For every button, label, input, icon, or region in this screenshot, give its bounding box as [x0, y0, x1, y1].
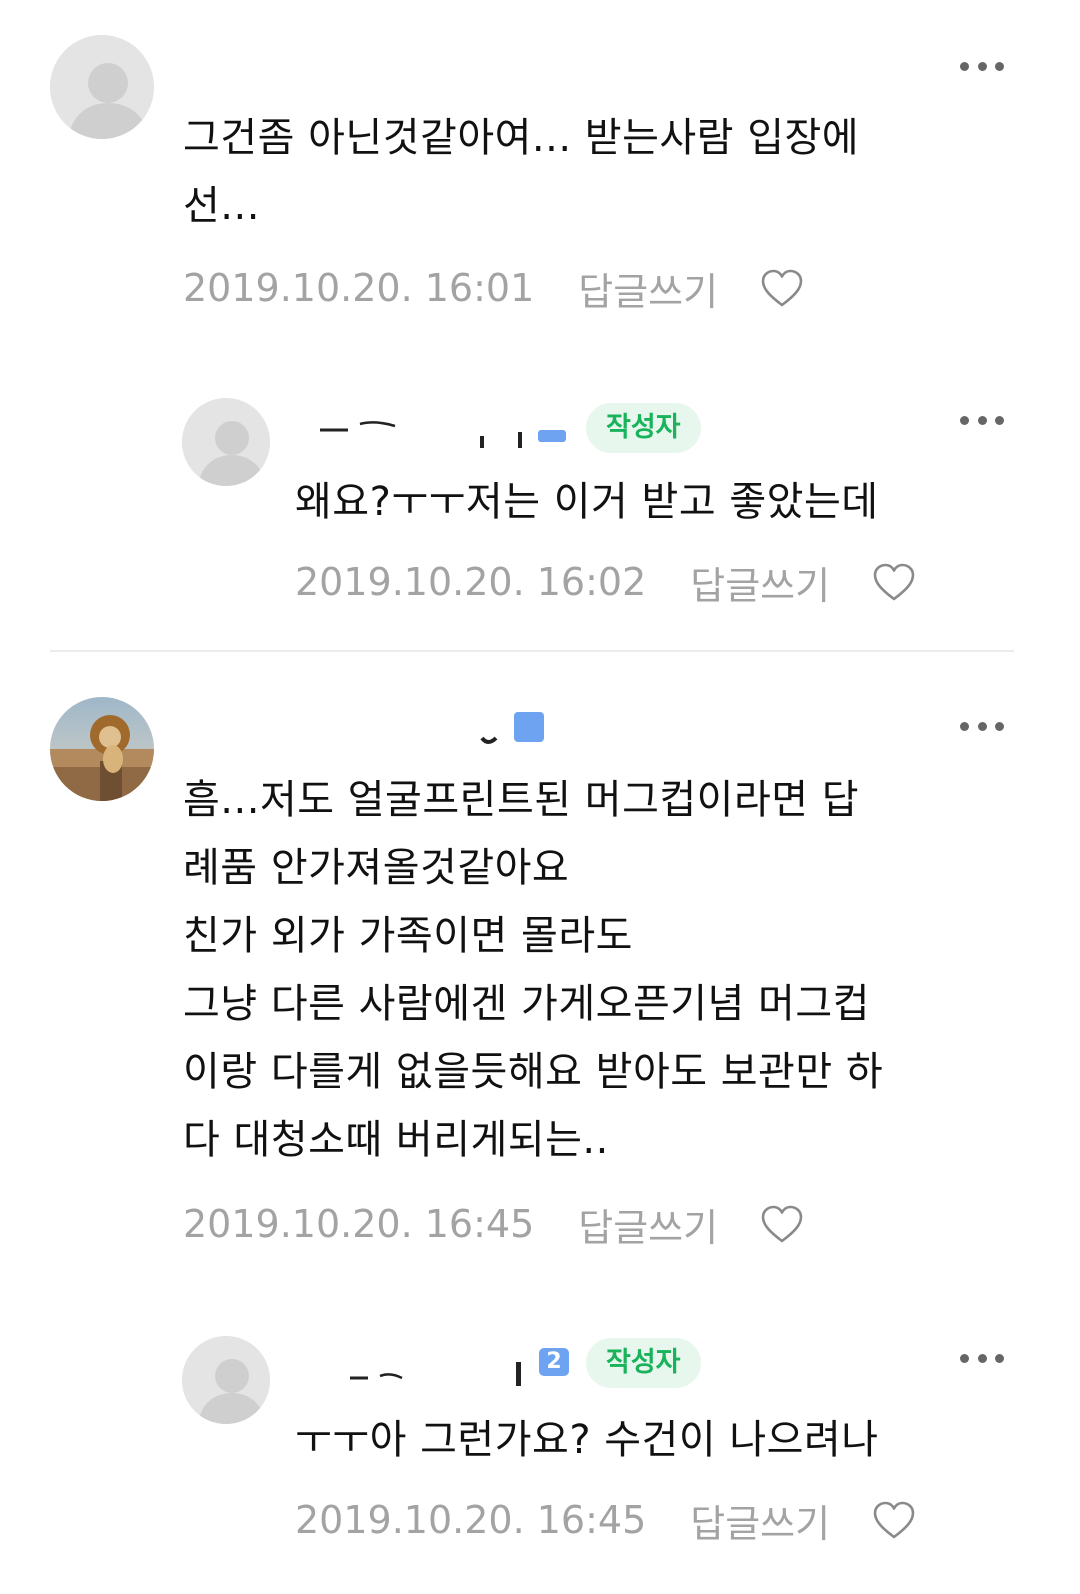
blurred-nickname: [350, 1362, 521, 1386]
comment-text: 흠...저도 얼굴프린트된 머그컵이라면 답 례품 안가져올것같아요 친가 외가…: [183, 766, 1013, 1174]
heart-icon[interactable]: [872, 562, 916, 602]
comment-text-line: 왜요?ㅜㅜ저는 이거 받고 좋았는데: [295, 479, 879, 525]
comment-divider: [50, 650, 1014, 652]
default-profile-icon[interactable]: [50, 35, 154, 139]
blurred-nickname: [480, 712, 544, 744]
comment-text-line: 그건좀 아닌것같아여... 받는사람 입장에: [183, 115, 860, 161]
comment-date: 2019.10.20. 16:01: [183, 266, 535, 310]
comment-text: 왜요?ㅜㅜ저는 이거 받고 좋았는데: [295, 468, 1015, 536]
heart-icon[interactable]: [760, 1204, 804, 1244]
author-badge: 작성자: [586, 403, 701, 453]
comment-meta: 2019.10.20. 16:02 답글쓰기: [295, 554, 916, 610]
comment-date: 2019.10.20. 16:45: [183, 1202, 535, 1246]
more-options-icon[interactable]: [960, 720, 1004, 732]
heart-icon[interactable]: [872, 1500, 916, 1540]
comment-text-line: 흠...저도 얼굴프린트된 머그컵이라면 답: [183, 777, 860, 823]
reply-button[interactable]: 답글쓰기: [578, 1197, 718, 1252]
more-options-icon[interactable]: [960, 1352, 1004, 1364]
comment-text: ㅜㅜ아 그런가요? 수건이 나으려나: [295, 1406, 1015, 1474]
comment-text-line: ㅜㅜ아 그런가요? 수건이 나으려나: [295, 1417, 879, 1463]
comment-date: 2019.10.20. 16:02: [295, 560, 647, 604]
comment-meta: 2019.10.20. 16:45 답글쓰기: [295, 1492, 916, 1548]
comment-date: 2019.10.20. 16:45: [295, 1498, 647, 1542]
grade-badge: 2: [539, 1348, 569, 1376]
reply-button[interactable]: 답글쓰기: [690, 555, 830, 610]
more-options-icon[interactable]: [960, 414, 1004, 426]
reply-button[interactable]: 답글쓰기: [690, 1493, 830, 1548]
comment-text-line: 선...: [183, 183, 260, 229]
author-badge: 작성자: [586, 1338, 701, 1388]
comment-text-line: 그냥 다른 사람에겐 가게오픈기념 머그컵: [183, 981, 870, 1027]
comment-text-line: 이랑 다를게 없을듯해요 받아도 보관만 하: [183, 1049, 884, 1095]
reply-button[interactable]: 답글쓰기: [578, 261, 718, 316]
comment-text-line: 친가 외가 가족이면 몰라도: [183, 913, 633, 959]
default-profile-icon[interactable]: [182, 1336, 270, 1424]
lion-cat-profile-photo[interactable]: [50, 697, 154, 801]
more-options-icon[interactable]: [960, 60, 1004, 72]
comment-meta: 2019.10.20. 16:01 답글쓰기: [183, 260, 804, 316]
blurred-nickname: [320, 421, 566, 448]
comment-text-line: 례품 안가져올것같아요: [183, 845, 570, 891]
comment-text-line: 다 대청소때 버리게되는..: [183, 1117, 609, 1163]
comment-meta: 2019.10.20. 16:45 답글쓰기: [183, 1196, 804, 1252]
comment-text: 그건좀 아닌것같아여... 받는사람 입장에 선...: [183, 104, 1013, 240]
heart-icon[interactable]: [760, 268, 804, 308]
default-profile-icon[interactable]: [182, 398, 270, 486]
